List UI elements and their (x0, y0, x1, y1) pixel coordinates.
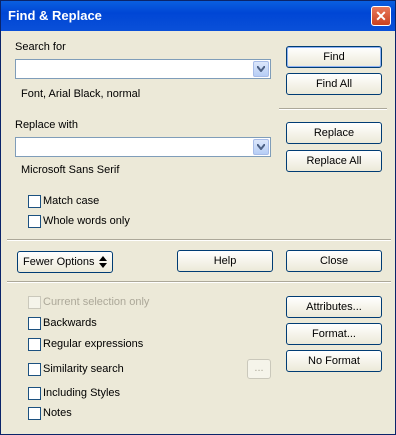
including-styles-checkbox[interactable] (28, 387, 41, 400)
notes-checkbox[interactable] (28, 407, 41, 420)
find-button[interactable]: Find (286, 46, 382, 68)
notes-label[interactable]: Notes (43, 407, 72, 419)
format-button[interactable]: Format... (286, 323, 382, 345)
find-all-button[interactable]: Find All (286, 73, 382, 95)
replace-all-button[interactable]: Replace All (286, 150, 382, 172)
replace-button[interactable]: Replace (286, 122, 382, 144)
current-selection-label: Current selection only (43, 296, 150, 308)
backwards-label[interactable]: Backwards (43, 317, 97, 329)
search-for-label-text: Search for (15, 41, 66, 53)
including-styles-label[interactable]: Including Styles (43, 387, 120, 399)
search-combobox[interactable] (15, 59, 271, 79)
divider (7, 281, 391, 283)
search-attributes-text: Font, Arial Black, normal (21, 88, 141, 100)
dialog-title: Find & Replace (8, 8, 102, 23)
chevron-down-icon[interactable] (253, 61, 269, 77)
divider (279, 108, 387, 110)
divider (7, 239, 391, 241)
close-button[interactable]: Close (286, 250, 382, 272)
fewer-options-label: Fewer Options (23, 256, 95, 268)
similarity-label[interactable]: Similarity search (43, 363, 124, 375)
fewer-options-button[interactable]: Fewer Options (17, 251, 113, 273)
replace-with-label: Replace with (15, 119, 78, 131)
regex-label[interactable]: Regular expressions (43, 338, 143, 350)
up-down-arrows-icon (99, 256, 107, 268)
similarity-settings-button: ... (247, 359, 271, 379)
current-selection-checkbox (28, 296, 41, 309)
chevron-down-icon[interactable] (253, 139, 269, 155)
replace-attributes-text: Microsoft Sans Serif (21, 164, 120, 176)
backwards-checkbox[interactable] (28, 317, 41, 330)
replace-combobox[interactable] (15, 137, 271, 157)
title-bar[interactable]: Find & Replace ✕ (1, 1, 395, 31)
search-for-label: Search for (15, 41, 66, 53)
no-format-button[interactable]: No Format (286, 350, 382, 372)
similarity-checkbox[interactable] (28, 363, 41, 376)
match-case-label[interactable]: Match case (43, 195, 99, 207)
match-case-checkbox[interactable] (28, 195, 41, 208)
find-replace-dialog: Find & Replace ✕ Search for Font, Arial … (0, 0, 396, 435)
whole-words-label[interactable]: Whole words only (43, 215, 130, 227)
regex-checkbox[interactable] (28, 338, 41, 351)
whole-words-checkbox[interactable] (28, 215, 41, 228)
attributes-button[interactable]: Attributes... (286, 296, 382, 318)
help-button[interactable]: Help (177, 250, 273, 272)
close-icon[interactable]: ✕ (371, 6, 391, 26)
